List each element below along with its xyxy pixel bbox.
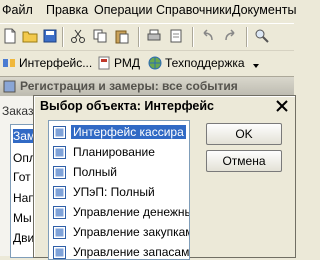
window-icon xyxy=(3,80,16,93)
interface-item-icon xyxy=(53,146,66,159)
menu-catalogs[interactable]: Справочники xyxy=(156,3,232,17)
list-item[interactable]: Полный xyxy=(49,163,187,183)
list-item-label: УПэП: Полный xyxy=(73,185,155,199)
list-item[interactable]: Управление закупкам xyxy=(49,223,190,243)
support-button[interactable]: Техподдержка xyxy=(148,56,260,70)
interface-button-label: Интерфейс... xyxy=(19,56,93,70)
list-item-label: Управление запасами xyxy=(73,245,190,259)
dialog-title: Выбор объекта: Интерфейс xyxy=(40,99,214,113)
object-list[interactable]: Интерфейс кассира Планирование Полный УП… xyxy=(48,120,190,260)
support-button-label: Техподдержка xyxy=(165,56,245,70)
interface-button[interactable]: Интерфейс... xyxy=(2,56,92,70)
interface-item-icon xyxy=(53,246,66,259)
open-folder-icon[interactable] xyxy=(22,28,38,44)
undo-icon[interactable] xyxy=(200,28,216,44)
copy-icon[interactable] xyxy=(92,28,108,44)
interface-item-icon xyxy=(53,166,66,179)
list-item[interactable]: Управление денежны xyxy=(49,203,190,223)
menu-documents[interactable]: Документы xyxy=(232,3,296,17)
rmd-button[interactable]: РМД xyxy=(97,56,140,70)
print-icon[interactable] xyxy=(146,28,162,44)
tab-orders-label: Заказ xyxy=(2,104,34,118)
list-item-label: Полный xyxy=(73,165,117,179)
list-item[interactable]: Мы xyxy=(13,211,32,225)
menu-edit[interactable]: Правка xyxy=(46,3,88,17)
standard-toolbar xyxy=(0,23,294,50)
search-icon[interactable] xyxy=(254,28,270,44)
quick-access-toolbar: Интерфейс... РМД Техподдержка xyxy=(0,50,294,77)
list-item-label: Управление денежны xyxy=(73,205,190,219)
interface-item-icon xyxy=(53,126,66,139)
save-icon[interactable] xyxy=(42,28,58,44)
rmd-icon xyxy=(98,56,110,70)
list-item[interactable]: Дви xyxy=(13,231,34,245)
cancel-button[interactable]: Отмена xyxy=(206,150,282,172)
list-item[interactable]: Планирование xyxy=(49,143,187,163)
menu-bar: Файл Правка Операции Справочники Докумен… xyxy=(0,0,296,22)
interface-item-icon xyxy=(53,186,66,199)
ok-button[interactable]: OK xyxy=(206,123,282,145)
list-item[interactable]: Интерфейс кассира xyxy=(49,123,187,143)
list-item-label: Интерфейс кассира xyxy=(70,124,187,140)
interface-item-icon xyxy=(53,226,66,239)
paste-icon[interactable] xyxy=(114,28,130,44)
dialog-titlebar[interactable]: Выбор объекта: Интерфейс xyxy=(34,96,295,117)
background-window-titlebar: Регистрация и замеры: все события xyxy=(0,77,294,96)
menu-file[interactable]: Файл xyxy=(2,3,33,17)
interface-item-icon xyxy=(53,206,66,219)
list-item[interactable]: Нап xyxy=(13,191,35,205)
list-item-label: Управление закупкам xyxy=(73,225,190,239)
new-document-icon[interactable] xyxy=(2,28,18,44)
chevron-down-icon[interactable] xyxy=(252,62,260,70)
close-icon[interactable] xyxy=(274,98,290,114)
list-item[interactable]: УПэП: Полный xyxy=(49,183,187,203)
list-item[interactable]: Управление запасами xyxy=(49,243,190,259)
select-object-dialog: Выбор объекта: Интерфейс Интерфейс касси… xyxy=(33,95,296,260)
globe-icon xyxy=(148,56,162,70)
list-item[interactable]: Гот xyxy=(13,170,31,184)
menu-operations[interactable]: Операции xyxy=(94,3,152,17)
list-item-label: Планирование xyxy=(73,145,155,159)
list-item[interactable]: Зам xyxy=(13,129,36,143)
interface-icon xyxy=(3,59,15,67)
cut-icon[interactable] xyxy=(70,28,86,44)
rmd-button-label: РМД xyxy=(114,56,140,70)
background-window-title: Регистрация и замеры: все события xyxy=(20,79,238,93)
redo-icon[interactable] xyxy=(222,28,238,44)
preview-icon[interactable] xyxy=(168,28,184,44)
